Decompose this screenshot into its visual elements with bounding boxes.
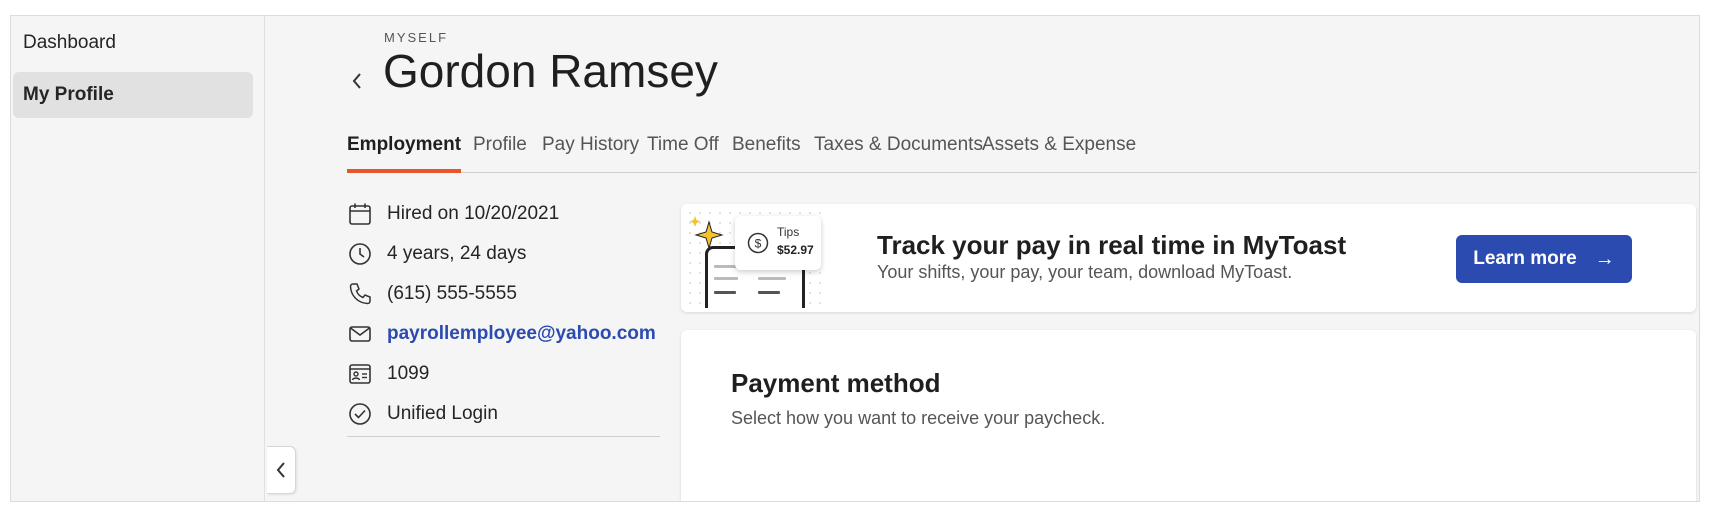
email-link[interactable]: payrollemployee@yahoo.com: [387, 323, 656, 345]
tips-amount: $52.97: [777, 243, 814, 257]
detail-email: payrollemployee@yahoo.com: [347, 317, 656, 351]
mytoast-promo-card: $ Tips $52.97 Track your pay in real tim…: [681, 204, 1696, 312]
collapse-sidebar-button[interactable]: [267, 446, 296, 494]
tab-taxes-documents[interactable]: Taxes & Documents: [814, 128, 983, 172]
promo-subtitle: Your shifts, your pay, your team, downlo…: [877, 262, 1293, 282]
worker-type: 1099: [387, 363, 430, 384]
detail-tenure: 4 years, 24 days: [347, 237, 526, 271]
arrow-right-icon: →: [1594, 247, 1615, 270]
mytoast-app-illustration: $ Tips $52.97: [685, 208, 825, 308]
detail-worker-type: 1099: [347, 357, 429, 391]
learn-more-button[interactable]: Learn more →: [1456, 235, 1632, 283]
page-title: Gordon Ramsey: [383, 45, 718, 97]
id-card-icon: [347, 361, 373, 387]
detail-phone: (615) 555-5555: [347, 277, 517, 311]
payment-method-title: Payment method: [731, 368, 941, 398]
back-button[interactable]: [346, 68, 368, 94]
payment-method-card: Payment method Select how you want to re…: [681, 330, 1696, 501]
chevron-left-icon: [352, 73, 361, 89]
tab-profile[interactable]: Profile: [473, 128, 527, 172]
detail-login: Unified Login: [347, 397, 498, 431]
svg-text:$: $: [755, 237, 762, 251]
tenure: 4 years, 24 days: [387, 243, 527, 264]
learn-more-label: Learn more: [1473, 248, 1577, 269]
mail-icon: [347, 321, 373, 347]
tab-employment[interactable]: Employment: [347, 128, 462, 173]
dollar-icon: $: [747, 232, 769, 254]
chevron-left-icon: [276, 462, 285, 478]
clock-icon: [347, 241, 373, 267]
login-type: Unified Login: [387, 403, 498, 424]
sidebar: Dashboard My Profile: [11, 16, 265, 501]
check-circle-icon: [347, 401, 373, 427]
divider: [347, 436, 660, 437]
sidebar-item-my-profile[interactable]: My Profile: [13, 72, 253, 118]
app-window: Dashboard My Profile MYSELF Gordon Ramse…: [10, 15, 1700, 502]
tips-card: $ Tips $52.97: [735, 216, 821, 270]
tab-assets-expense[interactable]: Assets & Expense: [982, 128, 1136, 172]
calendar-icon: [347, 201, 373, 227]
sidebar-item-label: Dashboard: [23, 32, 116, 53]
promo-title: Track your pay in real time in MyToast: [877, 230, 1347, 260]
hired-date: Hired on 10/20/2021: [387, 203, 560, 224]
phone-number: (615) 555-5555: [387, 283, 517, 304]
phone-icon: [347, 281, 373, 307]
tab-time-off[interactable]: Time Off: [647, 128, 719, 172]
sparkle-icon: [689, 216, 724, 250]
tab-bar: Employment Profile Pay History Time Off …: [347, 128, 1697, 173]
page-eyebrow: MYSELF: [384, 30, 449, 45]
detail-hired: Hired on 10/20/2021: [347, 197, 559, 231]
sidebar-item-dashboard[interactable]: Dashboard: [13, 20, 253, 66]
tab-pay-history[interactable]: Pay History: [542, 128, 639, 172]
sidebar-item-label: My Profile: [23, 84, 114, 105]
payment-method-subtitle: Select how you want to receive your payc…: [731, 408, 1106, 428]
tab-benefits[interactable]: Benefits: [732, 128, 801, 172]
tips-label: Tips: [777, 225, 800, 239]
